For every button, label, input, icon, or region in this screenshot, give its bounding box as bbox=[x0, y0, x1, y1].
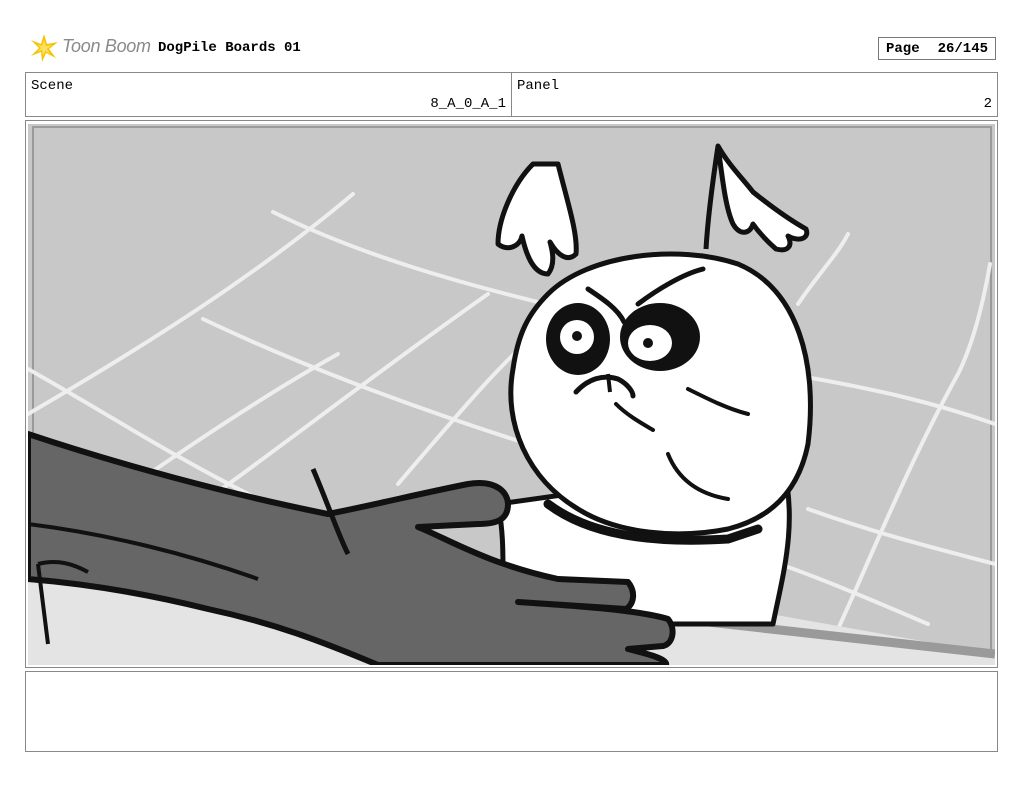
panel-cell: Panel 2 bbox=[511, 73, 997, 116]
panel-label: Panel bbox=[517, 78, 560, 94]
page-indicator: Page 26/145 bbox=[878, 37, 996, 60]
storyboard-drawing bbox=[28, 124, 995, 665]
scene-panel-info-row: Scene 8_A_0_A_1 Panel 2 bbox=[25, 72, 998, 117]
panel-value: 2 bbox=[983, 96, 992, 112]
notes-area bbox=[25, 671, 998, 752]
scene-value: 8_A_0_A_1 bbox=[430, 96, 506, 112]
page-number: 26/145 bbox=[937, 40, 989, 57]
brand-name: Toon Boom bbox=[62, 36, 151, 56]
scene-label: Scene bbox=[31, 78, 74, 94]
page-label: Page bbox=[885, 40, 920, 57]
scene-cell: Scene 8_A_0_A_1 bbox=[26, 73, 511, 116]
project-title: DogPile Boards 01 bbox=[158, 40, 301, 56]
